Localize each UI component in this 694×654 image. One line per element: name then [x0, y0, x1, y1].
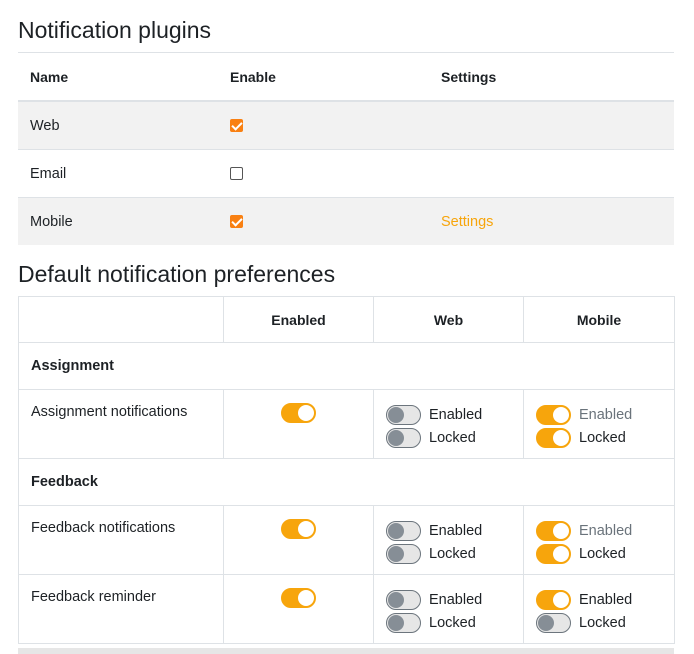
web-enabled-toggle[interactable]	[386, 520, 421, 541]
web-enabled-label: Enabled	[429, 406, 483, 423]
plugin-row-mobile: Mobile Settings	[18, 197, 674, 245]
mobile-locked-toggle[interactable]	[536, 427, 571, 448]
web-enabled-label: Enabled	[429, 591, 483, 608]
preferences-heading: Default notification preferences	[18, 261, 336, 287]
mobile-locked-toggle[interactable]	[536, 612, 571, 633]
web-locked-toggle[interactable]	[386, 543, 421, 564]
section-title: Assignment	[18, 342, 675, 390]
col-header-enabled: Enabled	[223, 296, 374, 343]
section-row-assignment: Assignment	[18, 342, 675, 390]
plugins-heading: Notification plugins	[18, 17, 212, 43]
web-locked-toggle[interactable]	[386, 612, 421, 633]
web-settings-cell: Enabled Locked	[373, 574, 524, 644]
col-header-enable: Enable	[230, 68, 276, 85]
col-header-name: Name	[30, 68, 69, 85]
mobile-enabled-label: Enabled	[579, 406, 633, 423]
web-settings-cell: Enabled Locked	[373, 505, 524, 575]
plugin-row-web: Web	[18, 101, 674, 149]
col-header-mobile: Mobile	[523, 296, 675, 343]
col-header-blank	[18, 296, 224, 343]
preferences-header-row: Enabled Web Mobile	[18, 296, 675, 343]
section-row-feedback: Feedback	[18, 458, 675, 506]
enable-checkbox-web[interactable]	[230, 119, 243, 133]
mobile-enabled-label: Enabled	[579, 522, 633, 539]
enabled-toggle[interactable]	[281, 519, 316, 539]
enable-checkbox-mobile[interactable]	[230, 215, 243, 229]
mobile-settings-cell: Enabled Locked	[523, 505, 675, 575]
web-locked-label: Locked	[429, 545, 476, 562]
mobile-settings-cell: Enabled Locked	[523, 574, 675, 644]
plugins-table: Name Enable Settings Web Email Mobile Se…	[18, 52, 674, 245]
next-section-edge	[18, 648, 674, 654]
web-enabled-toggle[interactable]	[386, 589, 421, 610]
enable-checkbox-email[interactable]	[230, 167, 243, 181]
plugin-name: Email	[30, 165, 67, 182]
mobile-enabled-toggle[interactable]	[536, 520, 571, 541]
web-locked-label: Locked	[429, 614, 476, 631]
plugin-row-email: Email	[18, 149, 674, 197]
plugins-header-row: Name Enable Settings	[18, 53, 674, 101]
pref-label: Feedback notifications	[18, 505, 224, 575]
pref-label: Feedback reminder	[18, 574, 224, 644]
mobile-enabled-toggle[interactable]	[536, 589, 571, 610]
pref-label: Assignment notifications	[18, 389, 224, 459]
plugin-settings-link-mobile[interactable]: Settings	[441, 214, 493, 230]
enabled-toggle[interactable]	[281, 588, 316, 608]
web-locked-label: Locked	[429, 429, 476, 446]
pref-row-feedback-reminder: Feedback reminder Enabled Locked Enabled…	[18, 574, 675, 644]
pref-row-assignment-notifications: Assignment notifications Enabled Locked …	[18, 389, 675, 459]
mobile-locked-label: Locked	[579, 545, 626, 562]
mobile-locked-label: Locked	[579, 614, 626, 631]
mobile-enabled-toggle[interactable]	[536, 404, 571, 425]
mobile-enabled-label: Enabled	[579, 591, 633, 608]
mobile-locked-toggle[interactable]	[536, 543, 571, 564]
web-settings-cell: Enabled Locked	[373, 389, 524, 459]
plugin-name: Mobile	[30, 213, 73, 230]
preferences-table: Enabled Web Mobile Assignment Assignment…	[18, 296, 675, 644]
pref-row-feedback-notifications: Feedback notifications Enabled Locked En…	[18, 505, 675, 575]
section-title: Feedback	[18, 458, 675, 506]
web-locked-toggle[interactable]	[386, 427, 421, 448]
mobile-settings-cell: Enabled Locked	[523, 389, 675, 459]
web-enabled-label: Enabled	[429, 522, 483, 539]
mobile-locked-label: Locked	[579, 429, 626, 446]
col-header-settings: Settings	[441, 68, 497, 85]
plugin-name: Web	[30, 117, 60, 134]
web-enabled-toggle[interactable]	[386, 404, 421, 425]
col-header-web: Web	[373, 296, 524, 343]
enabled-toggle[interactable]	[281, 403, 316, 423]
